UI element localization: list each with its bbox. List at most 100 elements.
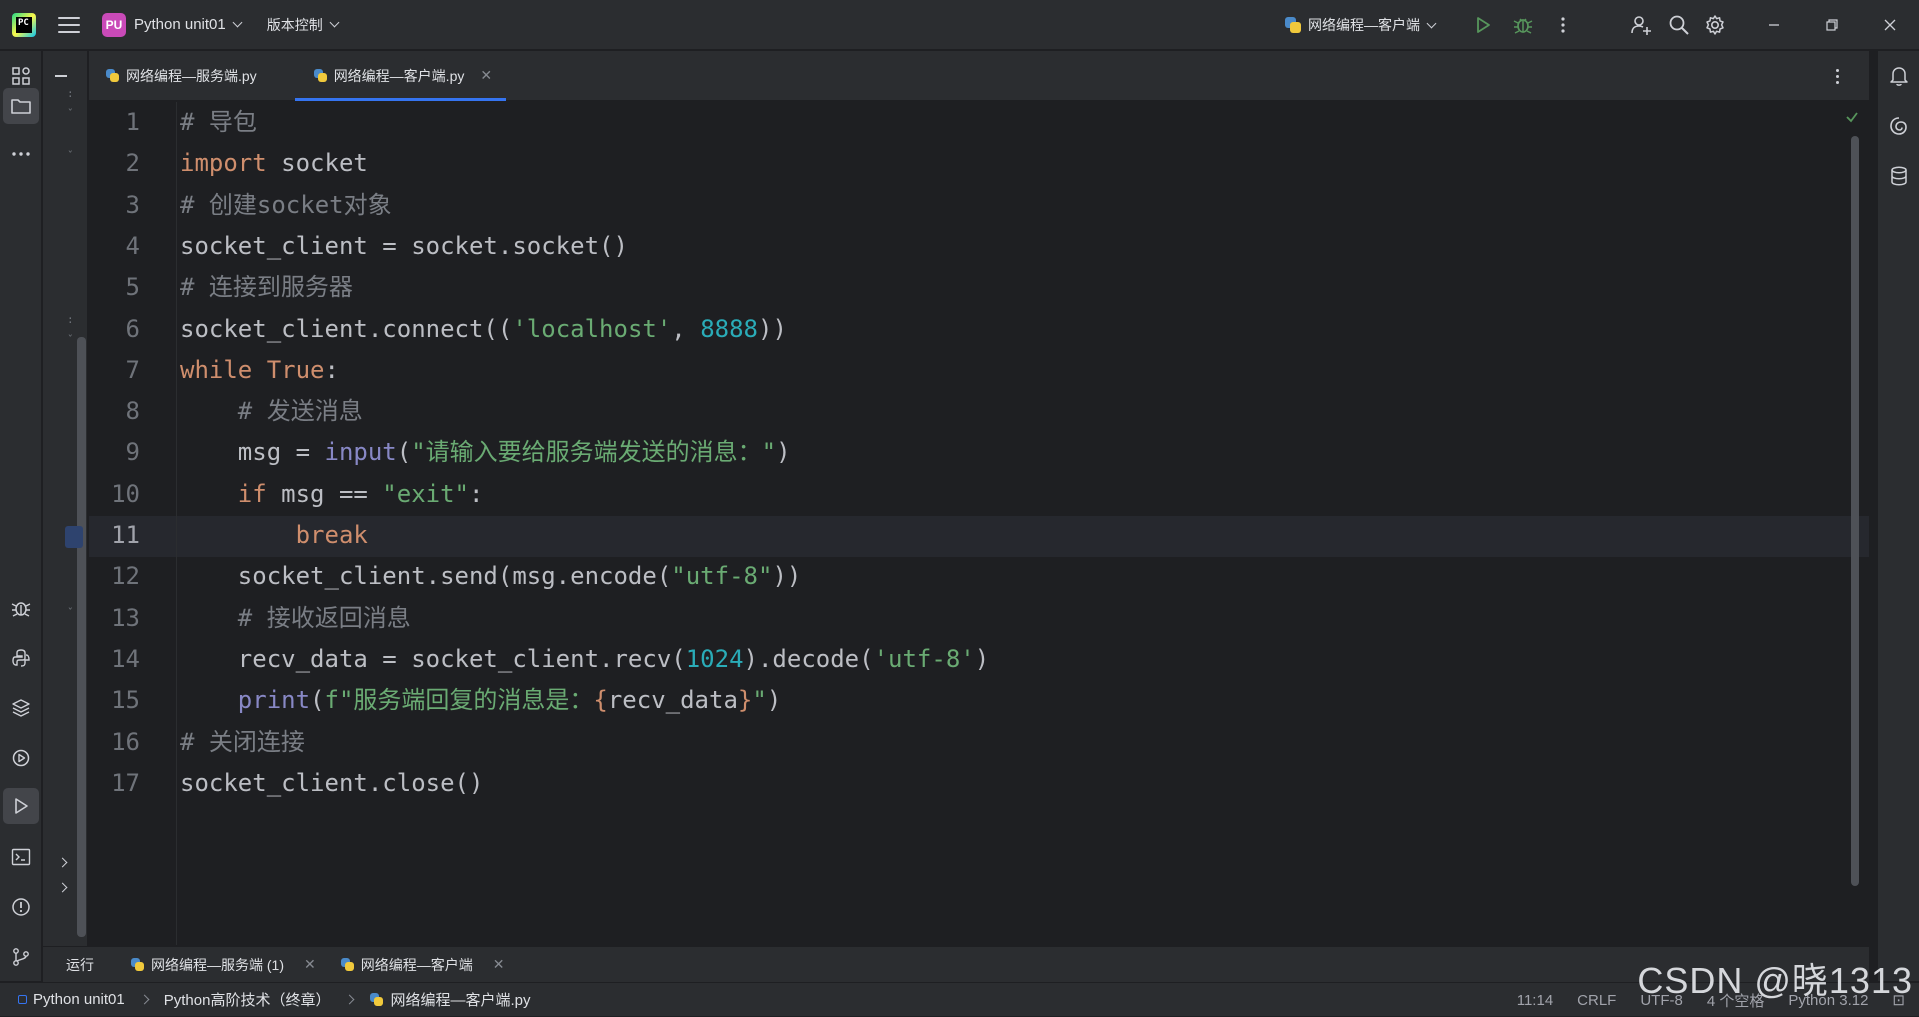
chevron-right-icon[interactable]: [57, 882, 68, 893]
editor-scrollbar[interactable]: [1851, 136, 1859, 886]
tree-fragment: ˇ: [67, 107, 74, 120]
code-line[interactable]: # 接收返回消息: [180, 598, 411, 639]
module-icon: [18, 995, 27, 1004]
collapse-handle[interactable]: [55, 75, 67, 77]
tree-fragment: :: [67, 313, 74, 326]
run-tool-icon[interactable]: [3, 788, 39, 824]
line-number[interactable]: 13: [90, 598, 140, 639]
line-number[interactable]: 17: [90, 763, 140, 804]
close-tab-icon[interactable]: ✕: [493, 956, 505, 973]
line-number[interactable]: 6: [90, 309, 140, 350]
problems-icon[interactable]: [6, 892, 36, 922]
chevron-right-icon[interactable]: [57, 857, 68, 868]
run-config-label: 网络编程—客户端: [1308, 17, 1420, 33]
breadcrumb-project[interactable]: Python unit01: [33, 991, 125, 1008]
line-number[interactable]: 8: [90, 391, 140, 432]
services-icon[interactable]: [6, 743, 36, 773]
notifications-bell-icon[interactable]: [1884, 61, 1914, 91]
tab-client-file[interactable]: 网络编程—客户端.py ✕: [294, 51, 507, 101]
add-user-icon[interactable]: [1621, 5, 1661, 45]
breadcrumb-file[interactable]: 网络编程—客户端.py: [390, 989, 530, 1010]
tree-fragment: ˇ: [67, 333, 74, 346]
code-line[interactable]: print(f"服务端回复的消息是：{recv_data}"): [180, 680, 781, 721]
code-line[interactable]: socket_client.send(msg.encode("utf-8")): [180, 556, 802, 597]
ai-assistant-icon[interactable]: [1884, 111, 1914, 141]
run-panel-label[interactable]: 运行: [66, 955, 94, 975]
no-problems-check-icon[interactable]: [1845, 110, 1859, 124]
project-name-dropdown[interactable]: Python unit01: [134, 16, 226, 33]
line-number[interactable]: 3: [90, 185, 140, 226]
code-line[interactable]: while True:: [180, 350, 339, 391]
project-panel-strip: : ˇ ˇ : ˇ ˇ: [43, 51, 88, 946]
line-number[interactable]: 12: [90, 556, 140, 597]
project-folder-icon[interactable]: [3, 88, 39, 124]
close-window-button[interactable]: [1861, 0, 1919, 50]
project-panel-scrollbar[interactable]: [77, 337, 86, 937]
more-tools-icon[interactable]: [6, 139, 36, 169]
code-line[interactable]: # 关闭连接: [180, 722, 305, 763]
run-panel-tabs: 运行 网络编程—服务端 (1) ✕ 网络编程—客户端 ✕: [43, 946, 1869, 982]
pycharm-logo-icon[interactable]: PC: [12, 12, 36, 37]
line-number[interactable]: 1: [90, 102, 140, 143]
code-line[interactable]: break: [180, 515, 368, 556]
minimize-button[interactable]: [1745, 0, 1803, 50]
code-line[interactable]: # 创建socket对象: [180, 185, 392, 226]
line-number[interactable]: 11: [90, 515, 140, 556]
run-config-dropdown[interactable]: 网络编程—客户端: [1284, 15, 1437, 35]
restore-button[interactable]: [1803, 0, 1861, 50]
close-tab-icon[interactable]: ✕: [304, 956, 316, 973]
python-packages-icon[interactable]: [6, 693, 36, 723]
line-separator[interactable]: CRLF: [1577, 992, 1616, 1009]
database-icon[interactable]: [1884, 161, 1914, 191]
vcs-menu[interactable]: 版本控制: [266, 15, 340, 35]
code-line[interactable]: import socket: [180, 143, 368, 184]
code-line[interactable]: # 导包: [180, 102, 257, 143]
more-actions-icon[interactable]: [1543, 5, 1583, 45]
line-number[interactable]: 5: [90, 267, 140, 308]
main-menu-icon[interactable]: [58, 16, 80, 33]
line-number[interactable]: 14: [90, 639, 140, 680]
editor-tab-bar: 网络编程—服务端.py 网络编程—客户端.py ✕: [89, 51, 1869, 101]
code-line[interactable]: socket_client.close(): [180, 763, 483, 804]
run-tab-server[interactable]: 网络编程—服务端 (1) ✕: [130, 955, 316, 975]
tab-server-file[interactable]: 网络编程—服务端.py: [89, 51, 295, 100]
code-line[interactable]: socket_client = socket.socket(): [180, 226, 628, 267]
close-tab-icon[interactable]: ✕: [480, 67, 492, 84]
line-number[interactable]: 7: [90, 350, 140, 391]
line-number-gutter[interactable]: 1 2 3 4 5 6 7 8 9 10 11 12 13 14 15 16 17: [89, 102, 177, 945]
search-icon[interactable]: [1661, 5, 1697, 45]
run-icon[interactable]: [1463, 5, 1503, 45]
line-number[interactable]: 9: [90, 432, 140, 473]
code-line[interactable]: recv_data = socket_client.recv(1024).dec…: [180, 639, 989, 680]
code-editor[interactable]: 1 2 3 4 5 6 7 8 9 10 11 12 13 14 15 16 17 # 导包 import soc…: [89, 102, 1869, 945]
code-line[interactable]: if msg == "exit":: [180, 474, 484, 515]
debug-icon[interactable]: [1503, 5, 1543, 45]
caret-position[interactable]: 11:14: [1517, 992, 1553, 1009]
python-console-icon[interactable]: [6, 643, 36, 673]
title-bar: PC PU Python unit01 版本控制 网络编程—客户端: [0, 0, 1919, 50]
line-number[interactable]: 2: [90, 143, 140, 184]
code-line[interactable]: # 连接到服务器: [180, 267, 353, 308]
git-branch-icon[interactable]: [6, 942, 36, 972]
terminal-icon[interactable]: [6, 842, 36, 872]
chevron-down-icon[interactable]: [232, 17, 243, 28]
run-tab-client[interactable]: 网络编程—客户端 ✕: [340, 955, 505, 975]
code-line[interactable]: msg = input("请输入要给服务端发送的消息："): [180, 432, 791, 473]
tab-options-icon[interactable]: [1825, 64, 1849, 88]
structure-icon[interactable]: [6, 61, 36, 91]
vcs-label: 版本控制: [266, 16, 323, 33]
project-badge[interactable]: PU: [102, 12, 126, 37]
python-file-icon: [369, 992, 384, 1007]
line-number[interactable]: 4: [90, 226, 140, 267]
debug-tool-icon[interactable]: [6, 593, 36, 623]
python-file-icon: [1284, 16, 1302, 34]
tab-label: 网络编程—客户端.py: [333, 67, 465, 84]
breadcrumb-folder[interactable]: Python高阶技术（终章）: [164, 989, 331, 1010]
watermark: CSDN @晓1313: [1637, 960, 1913, 1001]
settings-gear-icon[interactable]: [1697, 5, 1733, 45]
line-number[interactable]: 10: [90, 474, 140, 515]
code-line[interactable]: socket_client.connect(('localhost', 8888…: [180, 309, 787, 350]
code-line[interactable]: # 发送消息: [180, 391, 363, 432]
line-number[interactable]: 15: [90, 680, 140, 721]
line-number[interactable]: 16: [90, 722, 140, 763]
